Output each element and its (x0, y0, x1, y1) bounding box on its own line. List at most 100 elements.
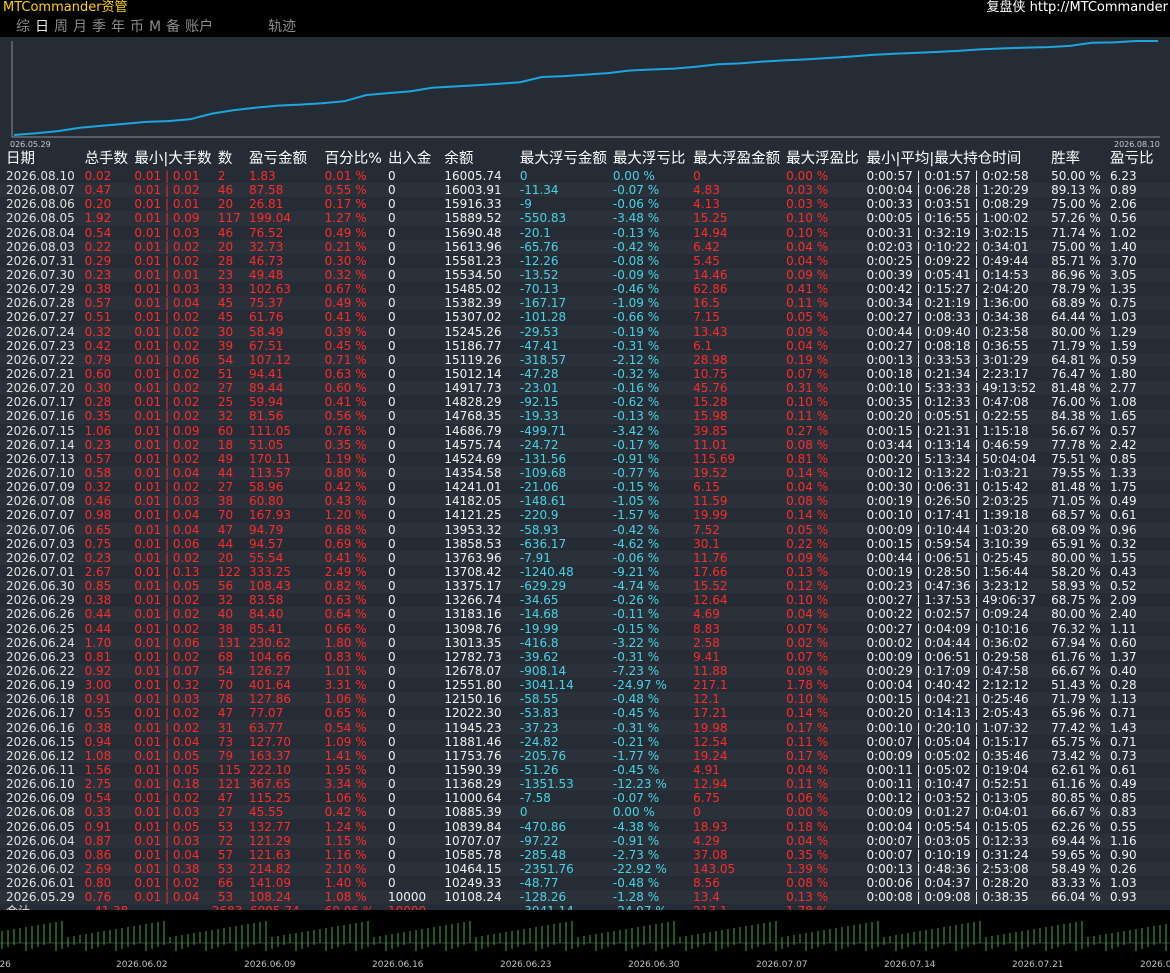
cell-min-max-lots: 0.01 | 0.09 (134, 423, 200, 438)
table-row[interactable]: 2026.07.01 2.67 0.01 | 0.13 122 333.25 2.49 %… (0, 565, 1170, 579)
table-row[interactable]: 2026.07.13 0.57 0.01 | 0.02 49 170.11 1.19 % 0… (0, 452, 1170, 466)
tab-3[interactable]: 月 (73, 18, 87, 36)
table-row[interactable]: 2026.07.29 0.38 0.01 | 0.03 33 102.63 0.67 % 0… (0, 282, 1170, 296)
cell-max-floating-profit: 13.43 (687, 324, 781, 339)
table-row[interactable]: 2026.06.19 3.00 0.01 | 0.32 70 401.64 3.31 % 0… (0, 678, 1170, 692)
table-row[interactable]: 2026.06.05 0.91 0.01 | 0.05 53 132.77 1.24 % 0… (0, 819, 1170, 834)
col-header-max-floating-loss[interactable]: 最大浮亏金额 (514, 150, 607, 169)
col-header-max-floating-loss-pct[interactable]: 最大浮亏比 (607, 150, 687, 169)
cell-max-floating-loss-pct: -0.45 % (612, 762, 660, 777)
table-row[interactable]: 2026.08.03 0.22 0.01 | 0.02 20 32.73 0.21 % 0 1… (0, 239, 1170, 254)
col-header-min-max-lots[interactable]: 最小|大手数 (128, 150, 211, 169)
table-row[interactable]: 2026.08.04 0.54 0.01 | 0.03 46 76.52 0.49 % 0 1… (0, 226, 1170, 240)
table-row[interactable]: 2026.07.14 0.23 0.01 | 0.02 18 51.05 0.35 % 0 1… (0, 437, 1170, 452)
table-row[interactable]: 2026.06.16 0.38 0.01 | 0.02 31 63.77 0.54 % 0 1… (0, 720, 1170, 735)
col-header-deposit[interactable]: 出入金 (382, 150, 438, 169)
cell-total-lots: 1.06 (84, 423, 112, 438)
cell-min-max-lots: 0.01 | 0.05 (128, 579, 212, 594)
cell-hold-time: 0:00:20 | 0:05:51 | 0:22:55 (860, 409, 1046, 424)
tab-6[interactable]: 币 (130, 18, 144, 36)
cell-balance: 15581.23 (444, 253, 502, 268)
table-row[interactable]: 2026.07.30 0.23 0.01 | 0.01 23 49.48 0.32 % 0 1… (0, 267, 1170, 283)
col-header-count[interactable]: 数 (212, 150, 243, 169)
table-row[interactable]: 2026.06.26 0.44 0.01 | 0.02 40 84.40 0.64 % 0 1… (0, 607, 1170, 622)
cell-deposit: 0 (381, 324, 439, 339)
table-row[interactable]: 2026.06.22 0.92 0.01 | 0.07 54 126.27 1.01 % 0… (0, 663, 1170, 679)
table-row[interactable]: 2026.07.06 0.65 0.01 | 0.04 47 94.79 0.68 % 0 1… (0, 522, 1170, 537)
col-header-percent[interactable]: 百分比% (319, 150, 382, 169)
table-row[interactable]: 2026.06.25 0.44 0.01 | 0.02 38 85.41 0.66 % 0 1… (0, 622, 1170, 636)
cell-total-lots: 0.38 (84, 282, 112, 297)
col-header-total-lots[interactable]: 总手数 (79, 150, 129, 169)
tab-2[interactable]: 周 (54, 18, 68, 36)
table-row[interactable]: 2026.06.09 0.54 0.01 | 0.02 47 115.25 1.06 % 0… (0, 791, 1170, 805)
tab-9[interactable]: 账户 (185, 18, 213, 36)
table-row[interactable]: 2026.06.10 2.75 0.01 | 0.18 121 367.65 3.34 %… (0, 777, 1170, 792)
brand-link[interactable]: 复盘侠 http://MTCommander (986, 0, 1168, 16)
cell-total-lots: 0.91 (78, 692, 129, 707)
table-row[interactable]: 2026.07.09 0.32 0.01 | 0.02 27 58.96 0.42 % 0 1… (0, 480, 1170, 494)
tab-0[interactable]: 综 (16, 18, 30, 36)
table-row[interactable]: 2026.06.11 1.56 0.01 | 0.05 115 222.10 1.95 %… (0, 763, 1170, 777)
tab-7[interactable]: M (149, 18, 161, 36)
table-row[interactable]: 2026.07.20 0.30 0.01 | 0.02 27 89.44 0.60 % 0 1… (0, 381, 1170, 396)
cell-pnl: 214.82 (242, 861, 319, 877)
table-row[interactable]: 2026.06.03 0.86 0.01 | 0.04 57 121.63 1.16 % 0… (0, 848, 1170, 862)
cell-pl-ratio: 0.85 (1109, 791, 1137, 806)
table-row[interactable]: 2026.07.02 0.23 0.01 | 0.02 20 55.54 0.41 % 0 1… (0, 550, 1170, 565)
cell-max-floating-profit-pct: 0.13 % (786, 565, 829, 579)
table-row[interactable]: 2026.07.08 0.46 0.01 | 0.03 38 60.80 0.43 % 0 1… (0, 494, 1170, 509)
cell-min-max-lots: 0.01 | 0.02 (128, 409, 212, 424)
table-row[interactable]: 2026.07.21 0.60 0.01 | 0.02 51 94.41 0.63 % 0 1… (0, 367, 1170, 381)
cell-max-floating-profit: 15.28 (693, 395, 728, 410)
table-row[interactable]: 2026.06.23 0.81 0.01 | 0.02 68 104.66 0.83 % 0… (0, 650, 1170, 664)
cell-min-max-lots: 0.01 | 0.02 (134, 706, 200, 721)
col-header-hold-time[interactable]: 最小|平均|最大持仓时间 (860, 150, 1045, 169)
table-row[interactable]: 2026.08.10 0.02 0.01 | 0.01 2 1.83 0.01 % 0 160… (0, 169, 1170, 183)
table-row[interactable]: 2026.06.04 0.87 0.01 | 0.03 72 121.29 1.15 % 0… (0, 833, 1170, 848)
table-row[interactable]: 2026.07.07 0.98 0.01 | 0.04 70 167.93 1.20 % 0… (0, 508, 1170, 522)
table-row[interactable]: 2026.06.15 0.94 0.01 | 0.04 73 127.70 1.09 % 0… (0, 735, 1170, 749)
table-row[interactable]: 2026.06.30 0.85 0.01 | 0.05 56 108.43 0.82 % 0… (0, 579, 1170, 594)
table-row[interactable]: 2026.07.22 0.79 0.01 | 0.06 54 107.12 0.71 % 0… (0, 352, 1170, 367)
cell-max-floating-profit-pct: 0.03 % (786, 197, 829, 212)
table-row[interactable]: 2026.06.17 0.55 0.01 | 0.02 47 77.07 0.65 % 0 1… (0, 706, 1170, 720)
table-row[interactable]: 2026.07.27 0.51 0.01 | 0.02 45 61.76 0.41 % 0 1… (0, 310, 1170, 324)
table-row[interactable]: 2026.06.29 0.38 0.01 | 0.02 32 83.58 0.63 % 0 1… (0, 593, 1170, 607)
col-header-max-floating-profit[interactable]: 最大浮盈金额 (687, 150, 780, 169)
cell-pnl: 230.62 (242, 635, 319, 650)
table-row[interactable]: 2026.08.07 0.47 0.01 | 0.02 46 87.58 0.55 % 0 1… (0, 183, 1170, 198)
cell-date: 2026.06.19 (6, 678, 75, 693)
table-row[interactable]: 2026.07.10 0.58 0.01 | 0.04 44 113.57 0.80 % 0… (0, 465, 1170, 481)
table-row[interactable]: 2026.07.15 1.06 0.01 | 0.09 60 111.05 0.76 % 0… (0, 424, 1170, 438)
table-row[interactable]: 2026.07.16 0.35 0.01 | 0.02 32 81.56 0.56 % 0 1… (0, 409, 1170, 424)
table-row[interactable]: 2026.06.01 0.80 0.01 | 0.02 66 141.09 1.40 % 0… (0, 876, 1170, 890)
table-row[interactable]: 2026.07.28 0.57 0.01 | 0.04 45 75.37 0.49 % 0 1… (0, 296, 1170, 311)
table-row[interactable]: 2026.08.05 1.92 0.01 | 0.09 117 199.04 1.27 %… (0, 211, 1170, 226)
tab-5[interactable]: 年 (111, 18, 125, 36)
table-row[interactable]: 2026.08.06 0.20 0.01 | 0.01 20 26.81 0.17 % 0 1… (0, 197, 1170, 211)
table-row[interactable]: 2026.07.03 0.75 0.01 | 0.06 44 94.57 0.69 % 0 1… (0, 537, 1170, 551)
col-header-pl-ratio[interactable]: 盈亏比 (1104, 150, 1170, 169)
cell-total-lots: 0.87 (78, 833, 129, 848)
col-header-win-rate[interactable]: 胜率 (1045, 150, 1104, 169)
table-row[interactable]: 2026.07.31 0.29 0.01 | 0.02 28 46.73 0.30 % 0 1… (0, 254, 1170, 268)
col-header-balance[interactable]: 余额 (438, 150, 513, 169)
table-row[interactable]: 2026.05.29 0.76 0.01 | 0.04 53 108.24 1.08 % 1… (0, 890, 1170, 905)
cell-deposit: 0 (381, 494, 439, 509)
table-row[interactable]: 2026.07.24 0.32 0.01 | 0.02 30 58.49 0.39 % 0 1… (0, 324, 1170, 339)
tab-8[interactable]: 备 (166, 18, 180, 36)
table-row[interactable]: 2026.07.23 0.42 0.01 | 0.02 39 67.51 0.45 % 0 1… (0, 339, 1170, 353)
table-row[interactable]: 2026.06.18 0.91 0.01 | 0.03 78 127.86 1.06 % 0… (0, 692, 1170, 707)
col-header-max-floating-profit-pct[interactable]: 最大浮盈比 (780, 150, 860, 169)
col-header-date[interactable]: 日期 (0, 150, 79, 169)
tab-1[interactable]: 日 (35, 18, 49, 36)
table-row[interactable]: 2026.06.12 1.08 0.01 | 0.05 79 163.37 1.41 % 0… (0, 748, 1170, 763)
col-header-pnl[interactable]: 盈亏金额 (243, 150, 319, 169)
table-row[interactable]: 2026.06.08 0.33 0.01 | 0.03 27 45.55 0.42 % 0 1… (0, 805, 1170, 820)
table-row[interactable]: 2026.06.02 2.69 0.01 | 0.38 53 214.82 2.10 % 0… (0, 861, 1170, 877)
table-row[interactable]: 2026.07.17 0.28 0.01 | 0.02 25 59.94 0.41 % 0 1… (0, 395, 1170, 409)
table-row[interactable]: 2026.06.24 1.70 0.01 | 0.06 131 230.62 1.80 %… (0, 635, 1170, 650)
tab-10[interactable]: 轨迹 (268, 18, 296, 36)
tab-4[interactable]: 季 (92, 18, 106, 36)
